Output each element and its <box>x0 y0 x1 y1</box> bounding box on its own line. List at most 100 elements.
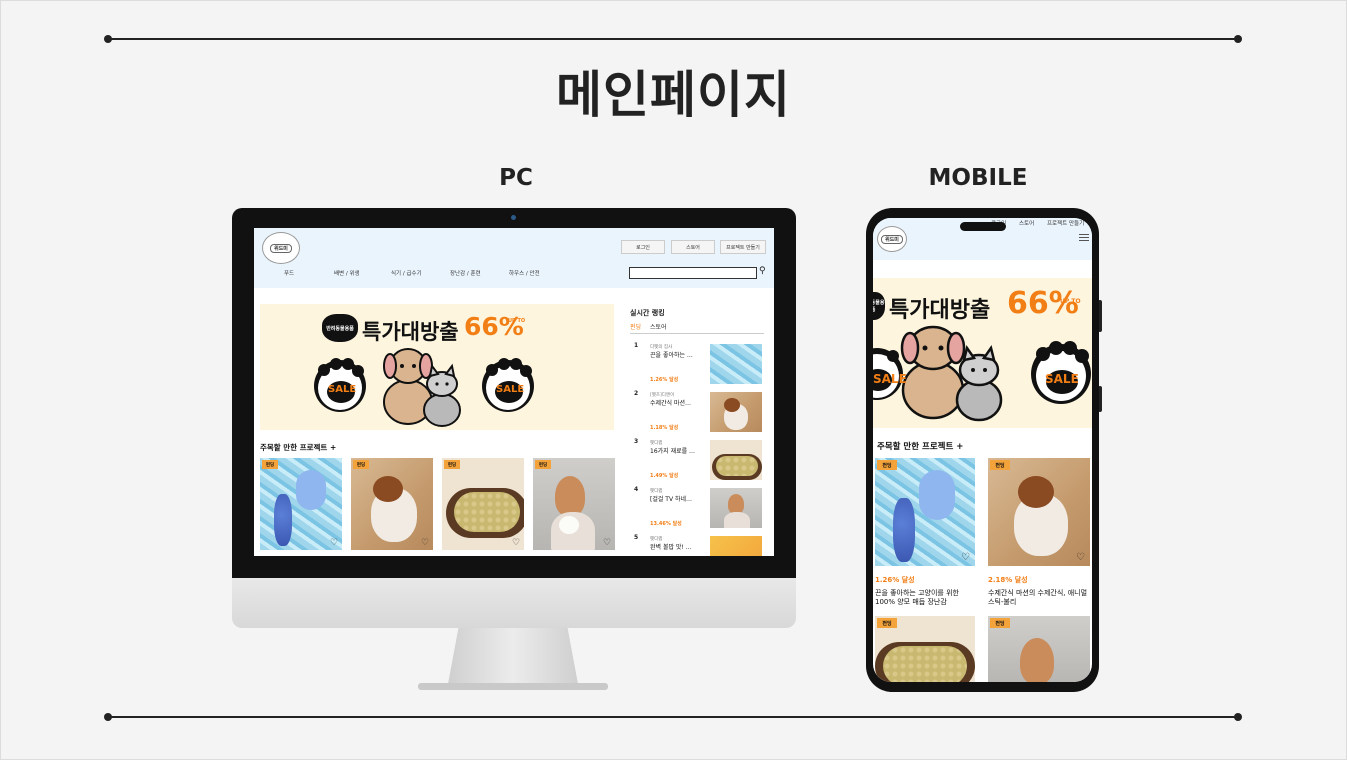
mobile-store-link[interactable]: 스토어 <box>1019 219 1034 227</box>
pc-screen: 위드미 로그인 스토어 프로젝트 만들기 푸드 배변 / 위생 식기 / 급수기… <box>254 228 774 556</box>
funding-tag: 펀딩 <box>262 460 278 469</box>
rank-thumbnail <box>710 344 762 384</box>
heart-icon[interactable]: ♡ <box>961 552 970 563</box>
rank-name: 끈을 좋아하는 … <box>650 352 693 359</box>
nav-bowls[interactable]: 식기 / 급수기 <box>391 269 422 277</box>
featured-title: 주목할 만한 프로젝트 + <box>260 442 336 453</box>
rank-number: 2 <box>634 390 639 397</box>
monitor-chin <box>232 578 796 628</box>
rank-name: [걸걸 TV 하네… <box>650 496 693 503</box>
mobile-product-image[interactable]: 펀딩 <box>988 616 1090 682</box>
rank-number: 5 <box>634 534 639 541</box>
heart-icon[interactable]: ♡ <box>512 538 520 548</box>
person-shape <box>724 512 750 528</box>
rank-name: 수제간식 마션… <box>650 400 692 407</box>
rank-name: 완벽 볼밥 맛! … <box>650 544 692 551</box>
monitor-stand-base <box>418 683 608 690</box>
mobile-screen: 로그인 스토어 프로젝트 만들기 위드미 반려동물용품 특가대방출 66% UP… <box>873 218 1092 682</box>
phone-notch <box>960 222 1006 231</box>
snack-shape <box>454 492 520 532</box>
logo-text: 위드미 <box>270 243 292 253</box>
ranking-divider <box>630 333 764 334</box>
product-card-image[interactable]: 펀딩 ♡ <box>533 458 615 550</box>
product-percent: 1.26% 달성 <box>875 576 915 584</box>
nav-toys[interactable]: 장난감 / 훈련 <box>450 269 481 277</box>
product-name[interactable]: 끈을 좋아하는 고양이를 위한 100% 양모 매듭 장난감 <box>875 589 975 607</box>
rank-percent: 1.18% 달성 <box>650 425 679 431</box>
nav-hygiene[interactable]: 배변 / 위생 <box>334 269 360 277</box>
mobile-product-image[interactable]: 펀딩 ♡ <box>875 458 975 566</box>
featured-title-text: 주목할 만한 프로젝트 <box>877 442 954 452</box>
funding-tag: 펀딩 <box>990 460 1010 470</box>
mobile-phone: 로그인 스토어 프로젝트 만들기 위드미 반려동물용품 특가대방출 66% UP… <box>866 208 1099 692</box>
rank-number: 1 <box>634 342 639 349</box>
login-button[interactable]: 로그인 <box>621 240 665 254</box>
nav-food[interactable]: 푸드 <box>284 269 294 277</box>
toy-shape <box>274 494 292 546</box>
rank-thumbnail <box>710 536 762 556</box>
ranking-tab-funding[interactable]: 펀딩 <box>630 322 641 331</box>
heart-icon[interactable]: ♡ <box>421 538 429 548</box>
mobile-banner-illustration <box>873 325 1091 422</box>
featured-title-text: 주목할 만한 프로젝트 <box>260 443 328 452</box>
dog-shape <box>1018 476 1054 508</box>
rank-percent: 1.26% 달성 <box>650 377 679 383</box>
sale-right-text: SALE <box>1045 372 1079 386</box>
funding-tag: 펀딩 <box>535 460 551 469</box>
person-shape <box>555 476 585 516</box>
pc-header <box>254 228 774 288</box>
mobile-featured-title: 주목할 만한 프로젝트 + <box>877 440 963 452</box>
rank-thumbnail <box>710 488 762 528</box>
mobile-product-image[interactable]: 펀딩 <box>875 616 975 682</box>
rank-thumbnail <box>710 392 762 432</box>
person-shape <box>1020 638 1054 682</box>
product-card-image[interactable]: 펀딩 ♡ <box>442 458 524 550</box>
funding-tag: 펀딩 <box>444 460 460 469</box>
funding-tag: 펀딩 <box>877 618 897 628</box>
product-name[interactable]: 수제간식 마션의 수제간식, 애니멀스틱-불리 <box>988 589 1088 607</box>
camera-icon <box>511 215 516 220</box>
rank-percent: 1.49% 달성 <box>650 473 679 479</box>
search-input[interactable] <box>629 267 757 279</box>
hamburger-menu-icon[interactable] <box>1079 234 1089 241</box>
rank-number: 4 <box>634 486 639 493</box>
rank-percent: 13.46% 달성 <box>650 521 682 527</box>
store-button[interactable]: 스토어 <box>671 240 715 254</box>
mobile-create-link[interactable]: 프로젝트 만들기 <box>1047 219 1084 227</box>
heart-icon[interactable]: ♡ <box>1076 552 1085 563</box>
product-card-image[interactable]: 펀딩 ♡ <box>260 458 342 550</box>
funding-tag: 펀딩 <box>353 460 369 469</box>
top-divider <box>104 35 1242 43</box>
sale-left-text: SALE <box>328 384 357 395</box>
promo-banner[interactable]: 반려동물용품 특가대방출 66% UP TO SALE SALE <box>260 304 614 430</box>
toy-shape <box>893 498 915 562</box>
mobile-logo[interactable]: 위드미 <box>877 226 907 252</box>
heart-icon[interactable]: ♡ <box>330 538 338 548</box>
pc-label: PC <box>499 165 533 191</box>
rank-thumbnail <box>710 440 762 480</box>
funding-tag: 펀딩 <box>877 460 897 470</box>
person-shape <box>728 494 744 514</box>
snack-shape <box>883 646 967 682</box>
create-project-button[interactable]: 프로젝트 만들기 <box>720 240 766 254</box>
search-icon[interactable]: ⚲ <box>759 266 766 276</box>
bottom-divider <box>104 713 1242 721</box>
mobile-promo-banner[interactable]: 반려동물용품 특가대방출 66% UP TO <box>873 278 1092 428</box>
monitor-stand-neck <box>448 628 578 684</box>
featured-more-icon[interactable]: + <box>956 442 963 452</box>
nav-house[interactable]: 하우스 / 안전 <box>509 269 540 277</box>
product-card-image[interactable]: 펀딩 ♡ <box>351 458 433 550</box>
dog-shape <box>724 398 740 412</box>
sale-right-text: SALE <box>496 384 525 395</box>
mobile-product-image[interactable]: 펀딩 ♡ <box>988 458 1090 566</box>
toy-shape <box>296 470 326 510</box>
ranking-tab-store[interactable]: 스토어 <box>650 322 667 331</box>
ranking-title: 실시간 랭킹 <box>630 309 665 317</box>
snack-shape <box>716 456 758 476</box>
featured-more-icon[interactable]: + <box>330 443 336 452</box>
heart-icon[interactable]: ♡ <box>603 538 611 548</box>
logo-text: 위드미 <box>881 234 903 244</box>
banner-illustration <box>314 348 534 427</box>
site-logo[interactable]: 위드미 <box>262 232 300 264</box>
page-title: 메인페이지 <box>556 66 791 124</box>
